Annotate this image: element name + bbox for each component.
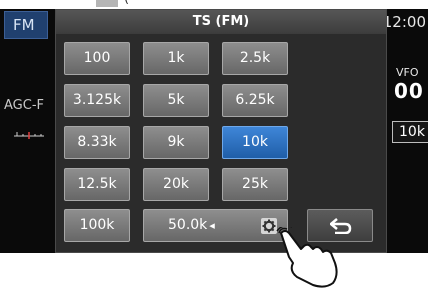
caption-text: ( xyxy=(124,0,129,6)
step-button-100k[interactable]: 100k xyxy=(64,209,130,242)
step-button-25k[interactable]: 25k xyxy=(222,168,288,201)
caption-bar xyxy=(96,0,118,7)
step-button-1k[interactable]: 1k xyxy=(143,42,209,75)
s-meter-icon xyxy=(14,126,44,139)
agc-label: AGC-F xyxy=(4,98,44,113)
clock: 12:00 xyxy=(382,13,426,31)
step-button-10k-selected[interactable]: 10k xyxy=(222,126,288,159)
step-button-6-25k[interactable]: 6.25k xyxy=(222,84,288,117)
step-button-20k[interactable]: 20k xyxy=(143,168,209,201)
dialog-title: TS (FM) xyxy=(56,10,386,34)
step-button-8-33k[interactable]: 8.33k xyxy=(64,126,130,159)
ts-badge[interactable]: 10k xyxy=(392,121,428,143)
frequency-readout: 00 xyxy=(394,79,424,103)
top-caption-strip: ( xyxy=(96,0,336,8)
ts-dialog: TS (FM) 100 1k 2.5k 3.125k 5k 6.25k 8.33… xyxy=(55,9,387,253)
step-button-3-125k[interactable]: 3.125k xyxy=(64,84,130,117)
step-button-5k[interactable]: 5k xyxy=(143,84,209,117)
custom-step-button[interactable]: 50.0k ◂ xyxy=(143,209,288,242)
vfo-label: VFO xyxy=(396,66,419,79)
hand-pointer-icon xyxy=(276,227,338,288)
step-button-9k[interactable]: 9k xyxy=(143,126,209,159)
radio-screen: FM 12:00 AGC-F VFO 00 10k TS (FM) 100 1k… xyxy=(0,9,428,253)
step-button-100[interactable]: 100 xyxy=(64,42,130,75)
step-button-2-5k[interactable]: 2.5k xyxy=(222,42,288,75)
step-button-12-5k[interactable]: 12.5k xyxy=(64,168,130,201)
custom-step-value: 50.0k xyxy=(168,217,208,233)
mode-button[interactable]: FM xyxy=(4,11,48,39)
arrow-left-icon: ◂ xyxy=(209,219,215,232)
